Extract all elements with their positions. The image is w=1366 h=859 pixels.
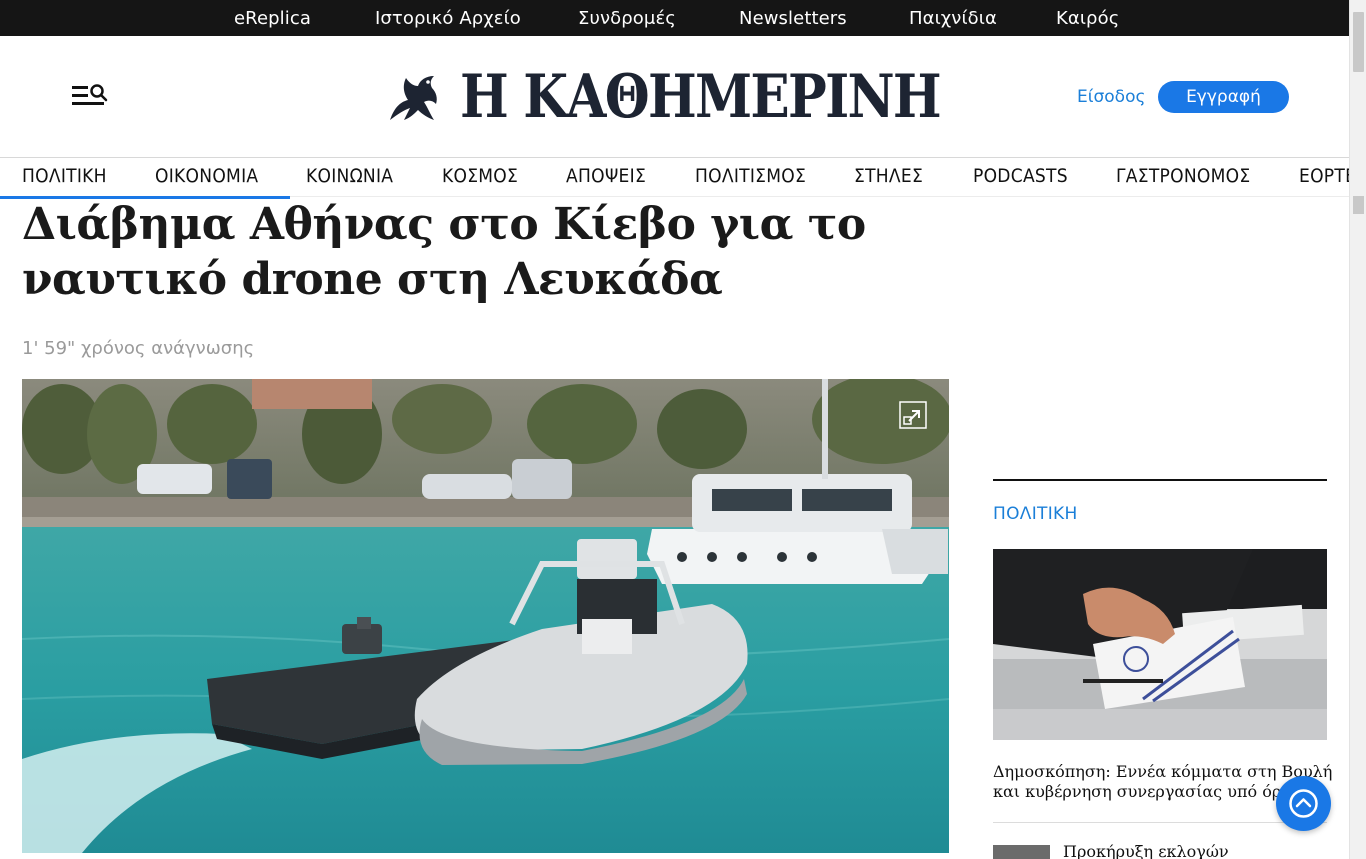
topbar-link-newsletters[interactable]: Newsletters <box>739 9 847 29</box>
reading-time: 1' 59" χρόνος ανάγνωσης <box>22 338 255 359</box>
nav-item-columns[interactable]: ΣΤΗΛΕΣ <box>854 165 923 187</box>
sidebar-category-label[interactable]: ΠΟΛΙΤΙΚΗ <box>993 504 1078 524</box>
topbar-link-games[interactable]: Παιχνίδια <box>909 9 997 29</box>
sidebar-story-image[interactable] <box>993 549 1327 740</box>
back-to-top-button[interactable] <box>1276 776 1331 831</box>
topbar-link-ereplica[interactable]: eReplica <box>234 9 311 29</box>
article-headline: Διάβημα Αθήνας στο Κίεβο για το ναυτικό … <box>22 197 922 307</box>
sidebar-story-title-2[interactable]: Προκήρυξη εκλογών <box>1063 842 1229 859</box>
logo-wordmark: Η ΚΑΘΗΜΕΡΙΝΗ <box>460 62 942 132</box>
nav-item-holidays[interactable]: ΕΟΡΤΕΣ <box>1299 165 1349 187</box>
nav-item-podcasts[interactable]: PODCASTS <box>973 165 1068 187</box>
site-logo[interactable]: Η ΚΑΘΗΜΕΡΙΝΗ <box>384 62 984 132</box>
register-button[interactable]: Εγγραφή <box>1158 81 1289 113</box>
login-link[interactable]: Είσοδος <box>1077 87 1145 107</box>
headline-line-2: ναυτικό drone στη Λευκάδα <box>22 254 723 305</box>
griffin-logo-icon <box>384 68 444 126</box>
menu-search-icon[interactable] <box>72 82 110 110</box>
nav-item-world[interactable]: ΚΟΣΜΟΣ <box>442 165 518 187</box>
nav-item-society[interactable]: ΚΟΙΝΩΝΙΑ <box>306 165 393 187</box>
expand-icon[interactable] <box>898 400 928 430</box>
nav-item-economy[interactable]: ΟΙΚΟΝΟΜΙΑ <box>155 165 258 187</box>
topbar-link-weather[interactable]: Καιρός <box>1056 9 1119 29</box>
nav-item-gastronomy[interactable]: ΓΑΣΤΡΟΝΟΜΟΣ <box>1116 165 1250 187</box>
sidebar-divider <box>993 479 1327 481</box>
headline-line-1: Διάβημα Αθήνας στο Κίεβο για το <box>22 199 866 250</box>
site-header: Η ΚΑΘΗΜΕΡΙΝΗ Είσοδος Εγγραφή <box>0 36 1349 156</box>
scrollbar-marker <box>1353 196 1364 214</box>
topbar-link-archive[interactable]: Ιστορικό Αρχείο <box>375 9 521 29</box>
top-utility-bar: eReplica Ιστορικό Αρχείο Συνδρομές Newsl… <box>0 0 1349 36</box>
scrollbar-thumb[interactable] <box>1353 12 1364 72</box>
nav-item-politics[interactable]: ΠΟΛΙΤΙΚΗ <box>22 165 107 187</box>
article-hero-image[interactable] <box>22 379 949 853</box>
nav-item-opinions[interactable]: ΑΠΟΨΕΙΣ <box>566 165 646 187</box>
topbar-link-subscriptions[interactable]: Συνδρομές <box>578 9 676 29</box>
page-scrollbar[interactable] <box>1349 0 1366 859</box>
section-nav: ΠΟΛΙΤΙΚΗ ΟΙΚΟΝΟΜΙΑ ΚΟΙΝΩΝΙΑ ΚΟΣΜΟΣ ΑΠΟΨΕ… <box>0 157 1349 197</box>
sidebar-story-thumbnail[interactable] <box>993 845 1050 859</box>
chevron-up-icon <box>1289 789 1318 818</box>
nav-item-culture[interactable]: ΠΟΛΙΤΙΣΜΟΣ <box>695 165 806 187</box>
